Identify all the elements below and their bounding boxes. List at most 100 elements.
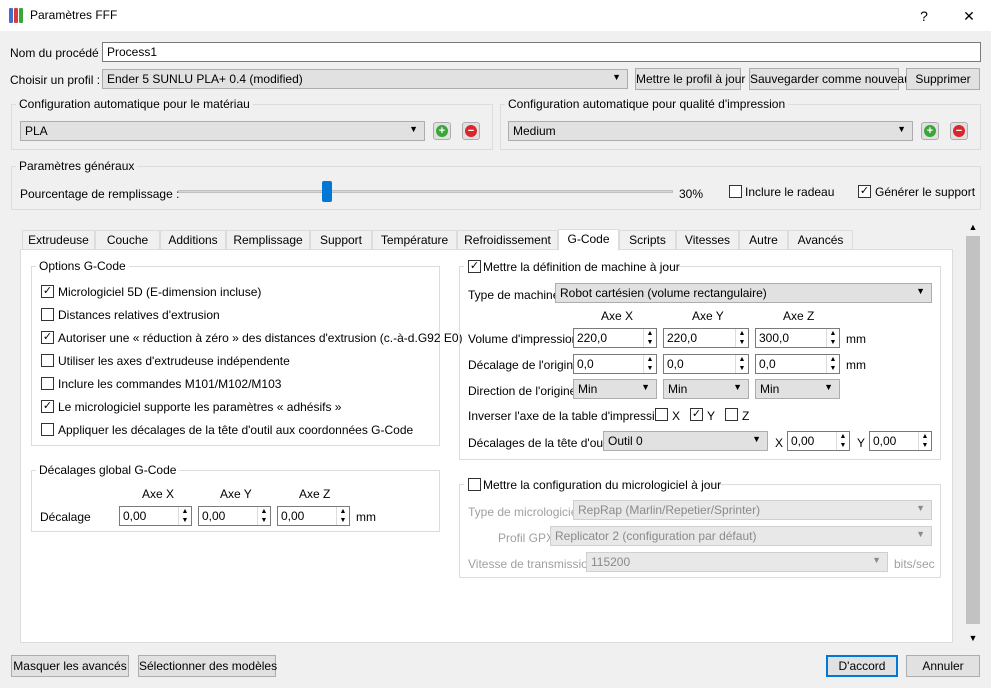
direction-x-select[interactable]: Min ▼ bbox=[573, 379, 657, 399]
support-checkbox[interactable]: ✓ bbox=[858, 185, 871, 198]
add-quality-button[interactable]: + bbox=[921, 122, 939, 140]
spin-arrows-icon[interactable]: ▲ ▼ bbox=[735, 329, 748, 347]
gcode-option-checkbox[interactable] bbox=[41, 354, 54, 367]
tab-additions[interactable]: Additions bbox=[160, 230, 226, 250]
direction-z-select[interactable]: Min ▼ bbox=[755, 379, 840, 399]
gcode-option-checkbox[interactable] bbox=[41, 377, 54, 390]
global-axis-x-label: Axe X bbox=[142, 487, 175, 501]
invert-y-checkbox[interactable]: ✓ bbox=[690, 408, 703, 421]
process-name-input[interactable]: Process1 bbox=[102, 42, 981, 62]
save-as-new-button[interactable]: Sauvegarder comme nouveau bbox=[749, 68, 911, 90]
tab-gcode[interactable]: G-Code bbox=[558, 229, 619, 251]
gpx-select[interactable]: Replicator 2 (configuration par défaut) ▼ bbox=[550, 526, 932, 546]
tab-vitesses[interactable]: Vitesses bbox=[676, 230, 739, 250]
invert-z-checkbox[interactable] bbox=[725, 408, 738, 421]
scroll-down-icon[interactable]: ▼ bbox=[966, 633, 980, 646]
gcode-option-checkbox[interactable] bbox=[41, 423, 54, 436]
baud-select[interactable]: 115200 ▼ bbox=[586, 552, 888, 572]
global-offset-y-value: 0,00 bbox=[202, 509, 226, 523]
spin-arrows-icon[interactable]: ▲ ▼ bbox=[918, 432, 931, 450]
invert-x-checkbox[interactable] bbox=[655, 408, 668, 421]
quality-select[interactable]: Medium ▼ bbox=[508, 121, 913, 141]
global-offset-y-input[interactable]: 0,00 ▲ ▼ bbox=[198, 506, 271, 526]
global-offset-z-input[interactable]: 0,00 ▲ ▼ bbox=[277, 506, 350, 526]
spin-arrows-icon[interactable]: ▲ ▼ bbox=[257, 507, 270, 525]
tab-temperature[interactable]: Température bbox=[372, 230, 457, 250]
global-offset-x-input[interactable]: 0,00 ▲ ▼ bbox=[119, 506, 192, 526]
spin-arrows-icon[interactable]: ▲ ▼ bbox=[836, 432, 849, 450]
gcode-option-checkbox[interactable]: ✓ bbox=[41, 400, 54, 413]
global-offset-unit: mm bbox=[356, 510, 376, 524]
raft-checkbox[interactable] bbox=[729, 185, 742, 198]
firmware-type-select[interactable]: RepRap (Marlin/Repetier/Sprinter) ▼ bbox=[573, 500, 932, 520]
gcode-option-checkbox[interactable]: ✓ bbox=[41, 331, 54, 344]
invert-y-label: Y bbox=[707, 409, 716, 423]
tab-couche[interactable]: Couche bbox=[95, 230, 160, 250]
machine-update-checkbox[interactable]: ✓ bbox=[468, 260, 481, 273]
close-icon[interactable]: ✕ bbox=[955, 4, 983, 28]
scroll-up-icon[interactable]: ▲ bbox=[966, 222, 980, 235]
minus-icon: − bbox=[953, 125, 965, 137]
toolhead-x-label: X bbox=[775, 436, 784, 450]
volume-x-input[interactable]: 220,0 ▲ ▼ bbox=[573, 328, 657, 348]
quality-legend: Configuration automatique pour qualité d… bbox=[505, 97, 789, 111]
infill-slider[interactable] bbox=[178, 190, 673, 193]
origin-z-input[interactable]: 0,0 ▲ ▼ bbox=[755, 354, 840, 374]
chevron-down-icon: ▼ bbox=[409, 124, 418, 134]
firmware-update-checkbox[interactable] bbox=[468, 478, 481, 491]
remove-quality-button[interactable]: − bbox=[950, 122, 968, 140]
origin-label: Décalage de l'origine bbox=[468, 358, 580, 372]
ok-button[interactable]: D'accord bbox=[826, 655, 898, 677]
tab-extrudeuse[interactable]: Extrudeuse bbox=[22, 230, 95, 250]
tab-support[interactable]: Support bbox=[310, 230, 372, 250]
gcode-option-checkbox[interactable] bbox=[41, 308, 54, 321]
quality-value: Medium bbox=[513, 124, 556, 138]
remove-material-button[interactable]: − bbox=[462, 122, 480, 140]
tab-scripts[interactable]: Scripts bbox=[619, 230, 676, 250]
select-models-button[interactable]: Sélectionner des modèles bbox=[138, 655, 277, 677]
spin-arrows-icon[interactable]: ▲ ▼ bbox=[826, 329, 839, 347]
gcode-option-checkbox[interactable]: ✓ bbox=[41, 285, 54, 298]
direction-y-select[interactable]: Min ▼ bbox=[663, 379, 749, 399]
toolhead-x-input[interactable]: 0,00 ▲ ▼ bbox=[787, 431, 850, 451]
machine-type-label: Type de machine bbox=[468, 288, 560, 302]
spin-arrows-icon[interactable]: ▲ ▼ bbox=[643, 329, 656, 347]
origin-unit: mm bbox=[846, 358, 866, 372]
gcode-option-label: Autoriser une « réduction à zéro » des d… bbox=[58, 331, 463, 345]
chevron-down-icon: ▼ bbox=[872, 555, 881, 565]
profile-value: Ender 5 SUNLU PLA+ 0.4 (modified) bbox=[107, 72, 303, 86]
tab-refroidissement[interactable]: Refroidissement bbox=[457, 230, 558, 250]
global-offset-x-value: 0,00 bbox=[123, 509, 147, 523]
machine-type-select[interactable]: Robot cartésien (volume rectangulaire) ▼ bbox=[555, 283, 932, 303]
tab-avances[interactable]: Avancés bbox=[788, 230, 853, 250]
infill-value: 30% bbox=[679, 187, 704, 201]
spin-arrows-icon[interactable]: ▲ ▼ bbox=[735, 355, 748, 373]
profile-select[interactable]: Ender 5 SUNLU PLA+ 0.4 (modified) ▼ bbox=[102, 69, 628, 89]
delete-profile-button[interactable]: Supprimer bbox=[906, 68, 980, 90]
spin-arrows-icon[interactable]: ▲ ▼ bbox=[336, 507, 349, 525]
hide-advanced-button[interactable]: Masquer les avancés bbox=[11, 655, 129, 677]
volume-y-input[interactable]: 220,0 ▲ ▼ bbox=[663, 328, 749, 348]
toolhead-select[interactable]: Outil 0 ▼ bbox=[603, 431, 768, 451]
gcode-options-legend: Options G-Code bbox=[36, 259, 129, 273]
volume-z-input[interactable]: 300,0 ▲ ▼ bbox=[755, 328, 840, 348]
spin-arrows-icon[interactable]: ▲ ▼ bbox=[178, 507, 191, 525]
origin-y-input[interactable]: 0,0 ▲ ▼ bbox=[663, 354, 749, 374]
add-material-button[interactable]: + bbox=[433, 122, 451, 140]
toolhead-y-input[interactable]: 0,00 ▲ ▼ bbox=[869, 431, 932, 451]
tab-autre[interactable]: Autre bbox=[739, 230, 788, 250]
material-select[interactable]: PLA ▼ bbox=[20, 121, 425, 141]
help-icon[interactable]: ? bbox=[910, 4, 938, 28]
tab-remplissage[interactable]: Remplissage bbox=[226, 230, 310, 250]
origin-y-value: 0,0 bbox=[667, 357, 684, 371]
scrollbar-thumb[interactable] bbox=[966, 236, 980, 624]
update-profile-button[interactable]: Mettre le profil à jour bbox=[635, 68, 745, 90]
chevron-down-icon: ▼ bbox=[916, 529, 925, 539]
chevron-down-icon: ▼ bbox=[641, 382, 650, 392]
infill-slider-handle[interactable] bbox=[321, 181, 332, 202]
spin-arrows-icon[interactable]: ▲ ▼ bbox=[643, 355, 656, 373]
origin-x-input[interactable]: 0,0 ▲ ▼ bbox=[573, 354, 657, 374]
cancel-button[interactable]: Annuler bbox=[906, 655, 980, 677]
material-value: PLA bbox=[25, 124, 48, 138]
spin-arrows-icon[interactable]: ▲ ▼ bbox=[826, 355, 839, 373]
